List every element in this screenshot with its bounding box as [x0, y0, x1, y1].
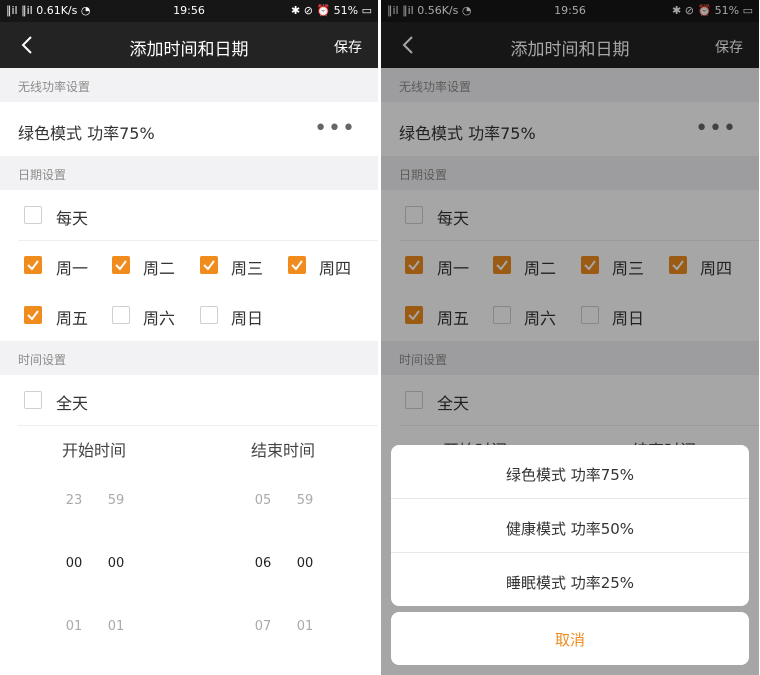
- watermark-title: 智能家: [679, 615, 742, 639]
- checkmark-icon: [291, 260, 303, 271]
- checkbox-label-tuesday: 周二: [143, 259, 176, 278]
- divider: [18, 240, 378, 241]
- left-screen: ∥il ∥il 0.61K/s ◔ 19:56 ✱ ⊘ ⏰ 51% ▭ 添加时间…: [0, 0, 378, 675]
- time-settings: 全天 开始时间 结束时间 23 59 00 00 01 01 05 59 06 …: [0, 375, 378, 675]
- option-green-mode[interactable]: 绿色模式 功率75%: [391, 464, 749, 485]
- status-bar: ∥il ∥il 0.61K/s ◔ 19:56 ✱ ⊘ ⏰ 51% ▭: [0, 0, 378, 22]
- watermark-url: znjj.cn: [681, 639, 723, 654]
- checkbox-thursday[interactable]: [288, 256, 306, 274]
- start-time-label: 开始时间: [62, 441, 127, 460]
- end-time-label: 结束时间: [251, 441, 316, 460]
- date-settings: 每天 周一 周二 周三 周四 周五 周六 周日: [0, 190, 378, 341]
- status-icons-battery: ✱ ⊘ ⏰ 51% ▭: [291, 4, 372, 17]
- checkbox-saturday[interactable]: [112, 306, 130, 324]
- checkbox-label-sunday: 周日: [231, 309, 264, 328]
- checkmark-icon: [115, 260, 127, 271]
- end-minute-selected[interactable]: 00: [290, 556, 320, 571]
- checkbox-label-everyday: 每天: [56, 209, 89, 228]
- checkmark-icon: [203, 260, 215, 271]
- checkbox-friday[interactable]: [24, 306, 42, 324]
- checkbox-label-saturday: 周六: [143, 309, 176, 328]
- start-hour-prev[interactable]: 23: [59, 493, 89, 508]
- section-wireless-power: 无线功率设置: [0, 68, 378, 102]
- checkbox-everyday[interactable]: [24, 206, 42, 224]
- option-sleep-mode[interactable]: 睡眠模式 功率25%: [391, 572, 749, 593]
- divider: [18, 425, 378, 426]
- checkbox-label-allday: 全天: [56, 394, 89, 413]
- divider: [391, 498, 749, 499]
- divider: [391, 552, 749, 553]
- page-title: 添加时间和日期: [129, 40, 249, 60]
- checkbox-wednesday[interactable]: [200, 256, 218, 274]
- checkbox-label-wednesday: 周三: [231, 259, 264, 278]
- end-minute-next[interactable]: 01: [290, 619, 320, 634]
- power-mode-row[interactable]: 绿色模式 功率75% •••: [0, 102, 378, 156]
- checkbox-allday[interactable]: [24, 391, 42, 409]
- start-minute-prev[interactable]: 59: [101, 493, 131, 508]
- start-minute-selected[interactable]: 00: [101, 556, 131, 571]
- checkmark-icon: [27, 260, 39, 271]
- power-mode-action-sheet: 绿色模式 功率75% 健康模式 功率50% 睡眠模式 功率25%: [391, 445, 749, 606]
- checkbox-label-friday: 周五: [56, 309, 89, 328]
- section-label: 时间设置: [18, 353, 67, 367]
- section-label: 无线功率设置: [18, 80, 91, 94]
- end-hour-next[interactable]: 07: [248, 619, 278, 634]
- save-button[interactable]: 保存: [334, 37, 362, 57]
- right-screen: ∥il ∥il 0.56K/s ◔ 19:56 ✱ ⊘ ⏰ 51% ▭ 添加时间…: [381, 0, 759, 675]
- option-health-mode[interactable]: 健康模式 功率50%: [391, 518, 749, 539]
- end-hour-prev[interactable]: 05: [248, 493, 278, 508]
- checkbox-tuesday[interactable]: [112, 256, 130, 274]
- checkbox-label-monday: 周一: [56, 259, 89, 278]
- checkmark-icon: [27, 310, 39, 321]
- nav-bar: 添加时间和日期 保存: [0, 22, 378, 68]
- start-hour-selected[interactable]: 00: [59, 556, 89, 571]
- start-hour-next[interactable]: 01: [59, 619, 89, 634]
- checkbox-label-thursday: 周四: [319, 259, 352, 278]
- section-time: 时间设置: [0, 341, 378, 375]
- end-minute-prev[interactable]: 59: [290, 493, 320, 508]
- watermark-logo-icon: [643, 617, 677, 655]
- section-label: 日期设置: [18, 168, 67, 182]
- watermark: 智能家 znjj.cn: [637, 609, 757, 667]
- more-dots-icon[interactable]: •••: [314, 118, 356, 140]
- checkbox-monday[interactable]: [24, 256, 42, 274]
- end-hour-selected[interactable]: 06: [248, 556, 278, 571]
- section-date: 日期设置: [0, 156, 378, 190]
- start-minute-next[interactable]: 01: [101, 619, 131, 634]
- checkbox-sunday[interactable]: [200, 306, 218, 324]
- power-mode-value: 绿色模式 功率75%: [18, 124, 155, 143]
